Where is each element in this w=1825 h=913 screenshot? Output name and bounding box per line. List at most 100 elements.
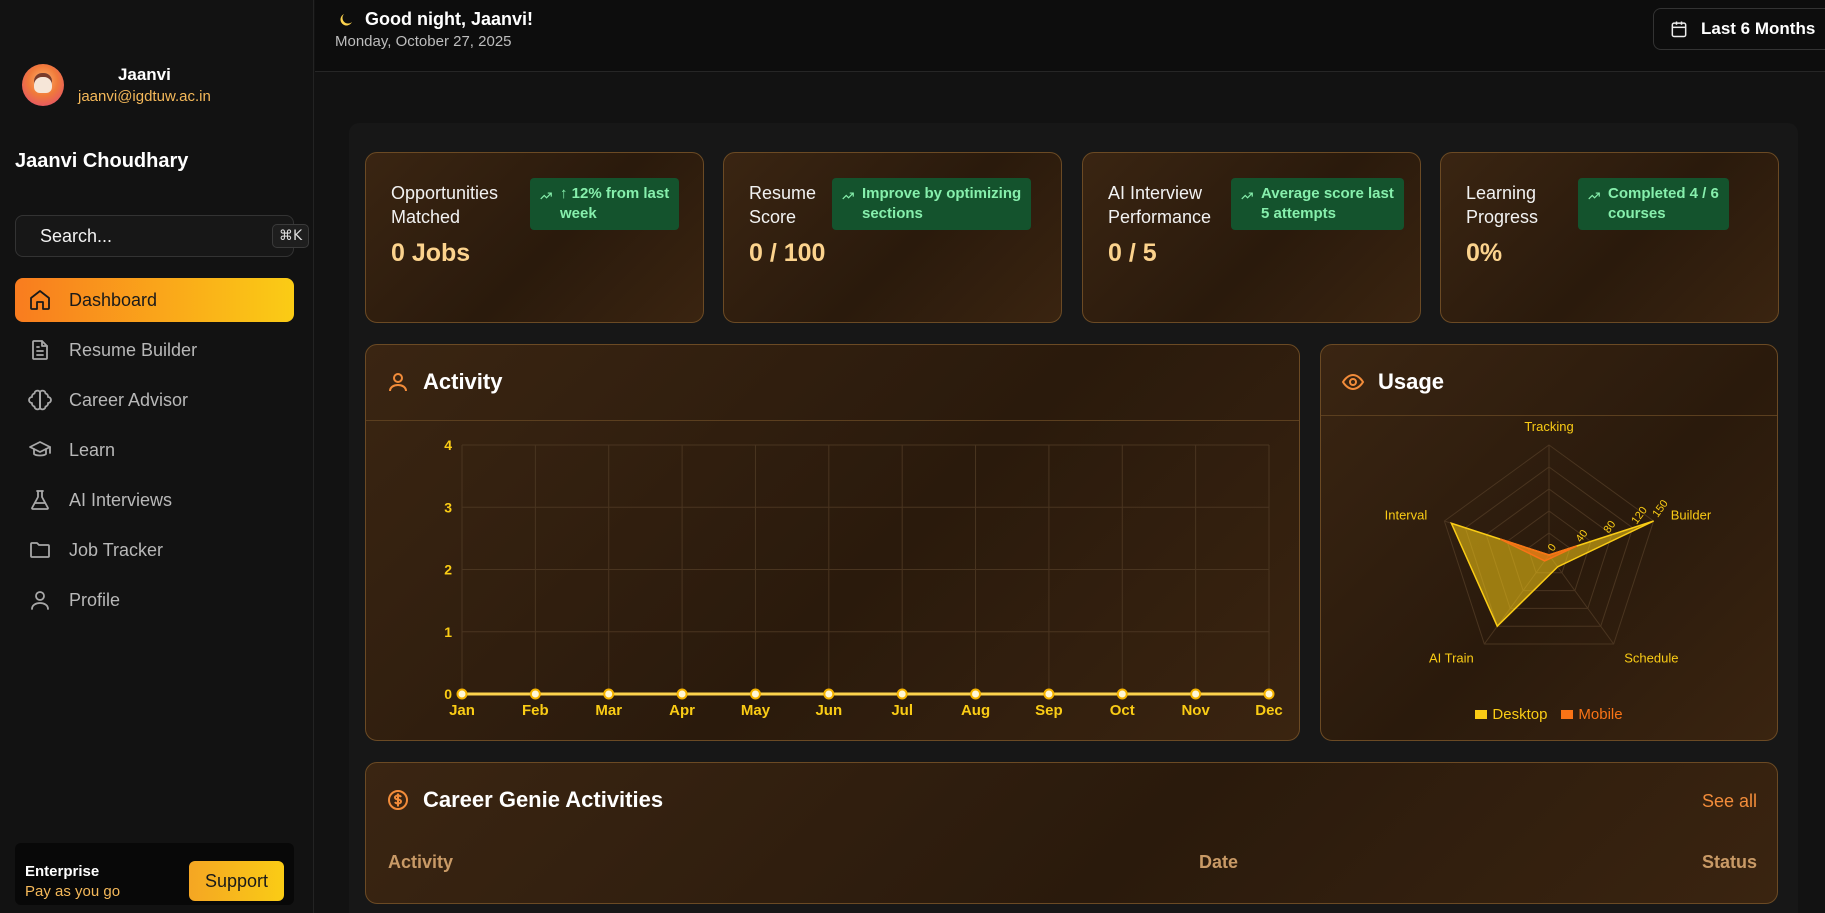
date-range-button[interactable]: Last 6 Months: [1653, 8, 1825, 50]
legend-swatch: [1561, 710, 1574, 719]
date-range-label: Last 6 Months: [1701, 19, 1816, 38]
data-point: [1116, 688, 1128, 700]
file-text-icon: [32, 340, 48, 360]
dollar-circle-icon: [388, 790, 408, 810]
sidebar: Jaanvi jaanvi@igdtuw.ac.in Jaanvi Choudh…: [0, 0, 314, 913]
radar-axis-label: AI Train: [1429, 651, 1474, 666]
stat-label-line: Progress: [1466, 207, 1539, 227]
plan-box: Enterprise Pay as you go Support: [15, 843, 294, 905]
x-tick-label: Oct: [1110, 702, 1135, 719]
calendar-icon: [1671, 21, 1687, 38]
stat-badge-line: Completed 4 / 6: [1608, 185, 1719, 202]
stat-badge-line: sections: [862, 205, 923, 222]
flask-icon: [31, 490, 49, 510]
stat-value: 0 / 100: [749, 239, 826, 267]
data-point: [529, 688, 541, 700]
x-tick-label: Jan: [449, 702, 475, 719]
stat-label-line: Matched: [391, 207, 461, 227]
column-header-activity[interactable]: Activity: [388, 852, 453, 873]
support-button[interactable]: Support: [189, 861, 284, 901]
trending-up-icon: [842, 192, 854, 200]
sidebar-item-resume-builder[interactable]: Resume Builder: [15, 328, 294, 372]
stat-badge: Completed 4 / 6 courses: [1578, 178, 1729, 230]
stat-card-resume-score: Resume Score Improve by optimizing section…: [723, 152, 1062, 323]
current-date: Monday, October 27, 2025: [335, 33, 512, 50]
stat-label-line: Opportunities: [391, 183, 499, 203]
sidebar-nav: Dashboard Resume Builder Career Advisor …: [15, 278, 294, 628]
moon-icon: [340, 13, 352, 26]
sidebar-item-label: Resume Builder: [69, 339, 198, 360]
x-tick-label: Aug: [961, 702, 990, 719]
user-info: Jaanvi jaanvi@igdtuw.ac.in: [78, 65, 211, 105]
usage-radar-chart: TrackingBuilderScheduleAI TrainInterval0…: [1385, 419, 1712, 666]
data-point: [749, 688, 761, 700]
stat-label: AI Interview Performance: [1108, 181, 1211, 229]
sidebar-item-learn[interactable]: Learn: [15, 428, 294, 472]
career-activities-title: Career Genie Activities: [386, 787, 663, 813]
stat-card-learning: Learning Progress Completed 4 / 6 courses …: [1440, 152, 1779, 323]
stat-badge: Average score last 5 attempts: [1231, 178, 1404, 230]
stat-label-line: Learning: [1466, 183, 1537, 203]
x-tick-label: Sep: [1035, 702, 1063, 719]
activity-card: Activity 0 1 2 3 4 Jan Feb Mar Apr May Jun Jul Aug Se…: [365, 344, 1300, 741]
stat-badge-line: Average score last: [1261, 185, 1394, 202]
x-tick-label: Jun: [815, 702, 842, 719]
activity-line-chart: 0 1 2 3 4 Jan Feb Mar Apr May Jun Jul Aug Sep Oct Nov De…: [444, 437, 1283, 719]
sidebar-item-label: Learn: [69, 439, 116, 460]
plan-title: Enterprise: [25, 863, 100, 880]
stat-value: 0 Jobs: [391, 239, 471, 267]
home-icon: [30, 290, 50, 310]
radar-axis-label: Tracking: [1524, 419, 1573, 434]
see-all-link[interactable]: See all: [1702, 791, 1757, 812]
sidebar-item-job-tracker[interactable]: Job Tracker: [15, 528, 294, 572]
greeting: Good night, Jaanvi!: [337, 9, 533, 30]
stat-value: 0 / 5: [1108, 239, 1157, 267]
user-name: Jaanvi: [117, 65, 171, 84]
sidebar-item-label: AI Interviews: [69, 489, 173, 510]
stat-label-line: Performance: [1108, 207, 1212, 227]
search-shortcut: ⌘K: [272, 224, 310, 248]
sidebar-item-career-advisor[interactable]: Career Advisor: [15, 378, 294, 422]
x-tick-label: Feb: [522, 702, 549, 719]
sidebar-item-ai-interviews[interactable]: AI Interviews: [15, 478, 294, 522]
radar-axis-label: Schedule: [1624, 651, 1678, 666]
y-tick-label: 4: [444, 437, 452, 453]
full-name: Jaanvi Choudhary: [15, 150, 189, 172]
y-tick-label: 1: [444, 624, 452, 640]
user-email: jaanvi@igdtuw.ac.in: [78, 88, 211, 105]
x-tick-label: Mar: [595, 702, 622, 719]
stat-label-line: Score: [749, 207, 797, 227]
legend-swatch: [1475, 710, 1488, 719]
stat-badge-line: 5 attempts: [1261, 205, 1337, 222]
legend-item-desktop[interactable]: Desktop: [1475, 706, 1547, 723]
sidebar-item-profile[interactable]: Profile: [15, 578, 294, 622]
column-header-date[interactable]: Date: [1199, 852, 1238, 873]
top-header: Good night, Jaanvi! Monday, October 27, …: [315, 0, 1825, 72]
folder-icon: [30, 542, 50, 558]
trending-up-icon: [1588, 192, 1600, 200]
greeting-text: Good night, Jaanvi!: [365, 9, 534, 29]
stat-card-ai-interview: AI Interview Performance Average score la…: [1082, 152, 1421, 323]
data-point: [1190, 688, 1202, 700]
sidebar-item-label: Career Advisor: [69, 389, 189, 410]
user-profile[interactable]: Jaanvi jaanvi@igdtuw.ac.in: [22, 64, 211, 106]
column-header-status[interactable]: Status: [1702, 852, 1757, 873]
search-input[interactable]: [40, 225, 272, 247]
career-activities-card: Career Genie Activities See all Activity…: [365, 762, 1778, 904]
sidebar-item-dashboard[interactable]: Dashboard: [15, 278, 294, 322]
data-point: [1263, 688, 1275, 700]
y-tick-label: 2: [444, 562, 452, 578]
career-activities-title-text: Career Genie Activities: [423, 787, 664, 812]
trending-up-icon: [1241, 192, 1253, 200]
legend-label: Mobile: [1578, 706, 1623, 723]
y-tick-label: 3: [444, 499, 452, 515]
stat-label: Opportunities Matched: [391, 181, 498, 229]
graduation-cap-icon: [29, 441, 51, 457]
stat-value: 0%: [1466, 239, 1503, 267]
stat-badge-line: week: [560, 205, 597, 222]
sidebar-item-label: Job Tracker: [69, 539, 164, 560]
legend-item-mobile[interactable]: Mobile: [1561, 706, 1623, 723]
usage-card: Usage Tracking Builder Schedule AI Train Int…: [1320, 344, 1778, 741]
search-box[interactable]: ⌘K: [15, 215, 310, 257]
data-point: [1043, 688, 1055, 700]
